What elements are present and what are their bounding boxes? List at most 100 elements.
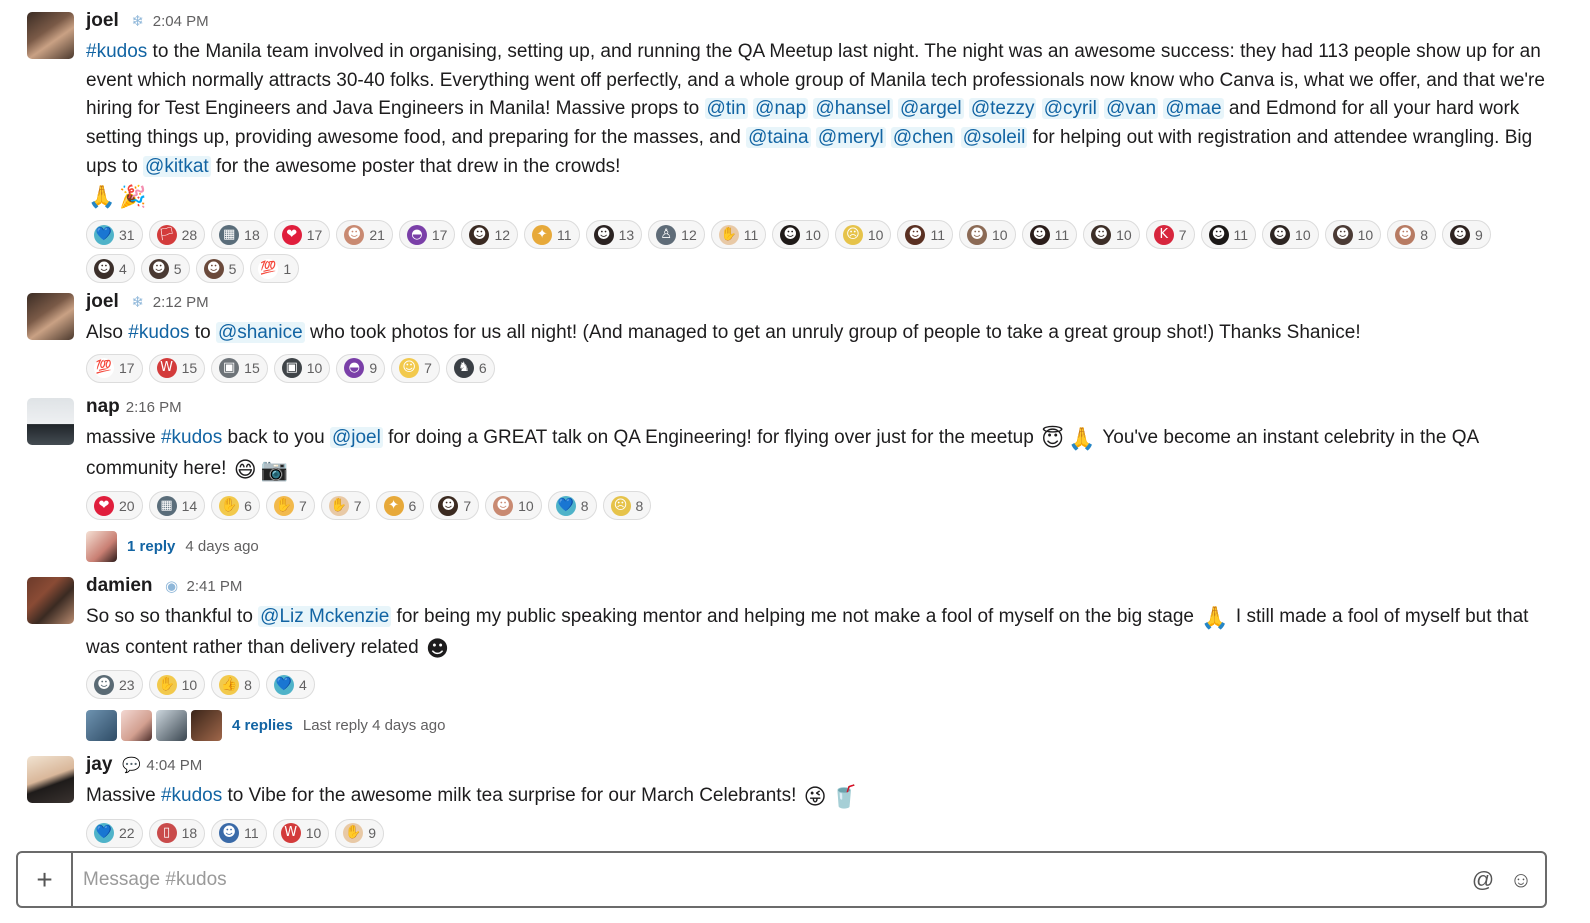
author-name[interactable]: jay bbox=[86, 754, 112, 776]
author-name[interactable]: joel bbox=[86, 10, 119, 32]
reaction-pill[interactable]: ✋ 11 bbox=[710, 220, 767, 250]
user-mention[interactable]: @taina bbox=[746, 127, 811, 149]
author-name[interactable]: joel bbox=[86, 291, 119, 313]
reaction-pill[interactable]: ☻ 10 bbox=[1083, 220, 1140, 250]
reaction-pill[interactable]: ▣ 10 bbox=[273, 353, 331, 383]
reaction-pill[interactable]: ☻ 10 bbox=[1324, 220, 1382, 250]
avatar[interactable] bbox=[27, 293, 74, 340]
reaction-pill[interactable]: ☻ 11 bbox=[1021, 220, 1078, 250]
reaction-pill[interactable]: ✦ 6 bbox=[375, 491, 425, 521]
message-input[interactable] bbox=[73, 853, 1469, 906]
user-mention[interactable]: @argel bbox=[898, 98, 964, 120]
replies-link[interactable]: 4 replies bbox=[232, 717, 293, 734]
reaction-pill[interactable]: ✋ 7 bbox=[265, 491, 315, 521]
reaction-pill[interactable]: ☻ 10 bbox=[959, 220, 1016, 250]
channel-link[interactable]: #kudos bbox=[161, 785, 222, 806]
reaction-pill[interactable]: ◓ 9 bbox=[336, 353, 386, 383]
reaction-pill[interactable]: ▣ 15 bbox=[211, 353, 268, 383]
user-mention[interactable]: @nap bbox=[753, 98, 809, 120]
reaction-pill[interactable]: W 10 bbox=[272, 818, 330, 848]
reaction-pill[interactable]: ▯ 18 bbox=[148, 818, 206, 848]
emoji-icon[interactable]: ☺ bbox=[1507, 866, 1535, 894]
avatar[interactable] bbox=[27, 398, 74, 445]
reaction-pill[interactable]: ☻ 23 bbox=[86, 670, 143, 700]
reaction-pill[interactable]: ☻ 10 bbox=[1262, 220, 1319, 250]
reaction-pill[interactable]: ◓ 17 bbox=[398, 220, 456, 250]
reaction-pill[interactable]: ☻ 11 bbox=[1200, 220, 1257, 250]
thread-summary[interactable]: 4 replies Last reply 4 days ago bbox=[86, 709, 1556, 741]
reaction-pill[interactable]: ♞ 6 bbox=[445, 353, 495, 383]
user-mention[interactable]: @meryl bbox=[815, 127, 886, 149]
user-mention[interactable]: @kitkat bbox=[143, 155, 211, 177]
reaction-pill[interactable]: ☻ 5 bbox=[140, 254, 190, 284]
user-mention[interactable]: @tin bbox=[704, 98, 748, 120]
reaction-pill[interactable]: ✋ 6 bbox=[211, 491, 260, 521]
channel-link[interactable]: #kudos bbox=[86, 41, 147, 62]
reaction-pill[interactable]: ☻ 7 bbox=[430, 491, 480, 521]
user-mention[interactable]: @Liz Mckenzie bbox=[258, 606, 392, 627]
user-mention[interactable]: @van bbox=[1104, 98, 1159, 120]
avatar[interactable] bbox=[27, 756, 74, 803]
reaction-count: 10 bbox=[181, 676, 198, 693]
reaction-pill[interactable]: 💯 17 bbox=[86, 353, 143, 383]
reaction-pill[interactable]: 💙 8 bbox=[547, 491, 597, 521]
reaction-pill[interactable]: ❤ 17 bbox=[273, 220, 331, 250]
user-mention[interactable]: @hansel bbox=[813, 98, 893, 120]
user-mention[interactable]: @tezzy bbox=[968, 98, 1037, 120]
reaction-pill[interactable]: ☻ 10 bbox=[485, 491, 542, 521]
reaction-pill[interactable]: ☹ 10 bbox=[834, 220, 892, 250]
reaction-pill[interactable]: ▦ 14 bbox=[148, 491, 206, 521]
reaction-pill[interactable]: ♙ 12 bbox=[648, 220, 705, 250]
reaction-pill[interactable]: ☻ 5 bbox=[195, 254, 245, 284]
text-run: So so so thankful to bbox=[86, 606, 259, 627]
at-icon[interactable]: @ bbox=[1469, 866, 1497, 894]
reaction-pill[interactable]: K7 bbox=[1145, 220, 1195, 250]
inline-emoji: 🙏 bbox=[88, 184, 116, 210]
replies-link[interactable]: 1 reply bbox=[127, 538, 175, 555]
timestamp[interactable]: 4:04 PM bbox=[146, 757, 202, 774]
reaction-pill[interactable]: W 15 bbox=[148, 353, 206, 383]
timestamp[interactable]: 2:12 PM bbox=[153, 294, 209, 311]
user-mention[interactable]: @cyril bbox=[1041, 98, 1099, 120]
reaction-pill[interactable]: ☻ 11 bbox=[897, 220, 953, 250]
reaction-pill[interactable]: ☻ 8 bbox=[1387, 220, 1436, 250]
author-name[interactable]: damien bbox=[86, 575, 153, 597]
reaction-pill[interactable]: ☻ 11 bbox=[211, 818, 267, 848]
channel-link[interactable]: #kudos bbox=[128, 322, 189, 343]
timestamp[interactable]: 2:04 PM bbox=[153, 13, 209, 30]
reaction-pill[interactable]: 💯 1 bbox=[250, 254, 300, 284]
reaction-pill[interactable]: ✋ 10 bbox=[148, 670, 206, 700]
reaction-pill[interactable]: ☻ 4 bbox=[86, 254, 135, 284]
reaction-pill[interactable]: ☻ 9 bbox=[1442, 220, 1491, 250]
timestamp[interactable]: 2:41 PM bbox=[187, 578, 243, 595]
reaction-pill[interactable]: ☻ 10 bbox=[772, 220, 829, 250]
reaction-pill[interactable]: 🏳 28 bbox=[148, 220, 206, 250]
reaction-pill[interactable]: 👍 8 bbox=[211, 670, 260, 700]
reaction-pill[interactable]: ✦ 11 bbox=[524, 220, 580, 250]
reaction-pill[interactable]: ☻ 21 bbox=[336, 220, 393, 250]
avatar[interactable] bbox=[27, 577, 74, 624]
reaction-pill[interactable]: ☻ 13 bbox=[585, 220, 643, 250]
user-mention[interactable]: @shanice bbox=[215, 322, 305, 343]
user-mention[interactable]: @soleil bbox=[960, 127, 1028, 149]
user-mention[interactable]: @joel bbox=[329, 427, 383, 448]
reaction-pill[interactable]: 💙 4 bbox=[265, 670, 315, 700]
reaction-pill[interactable]: ❤ 20 bbox=[86, 491, 143, 521]
reaction-pill[interactable]: ✋ 9 bbox=[335, 818, 385, 848]
reaction-pill[interactable]: ▦ 18 bbox=[211, 220, 268, 250]
reaction-pill[interactable]: ☺ 7 bbox=[391, 353, 440, 383]
reaction-pill[interactable]: ✋ 7 bbox=[320, 491, 370, 521]
user-mention[interactable]: @chen bbox=[890, 127, 956, 149]
user-mention[interactable]: @mae bbox=[1163, 98, 1224, 120]
timestamp[interactable]: 2:16 PM bbox=[126, 399, 182, 416]
reaction-pill[interactable]: 💙 22 bbox=[86, 818, 143, 848]
author-name[interactable]: nap bbox=[86, 396, 120, 418]
avatar[interactable] bbox=[27, 12, 74, 59]
reaction-emoji-icon: ☻ bbox=[905, 224, 926, 245]
reaction-pill[interactable]: ☻ 12 bbox=[461, 220, 519, 250]
reaction-pill[interactable]: 💙 31 bbox=[86, 220, 143, 250]
thread-summary[interactable]: 1 reply 4 days ago bbox=[86, 530, 1556, 562]
reaction-pill[interactable]: ☹ 8 bbox=[602, 491, 652, 521]
plus-icon[interactable]: + bbox=[18, 853, 73, 906]
channel-link[interactable]: #kudos bbox=[161, 427, 222, 448]
